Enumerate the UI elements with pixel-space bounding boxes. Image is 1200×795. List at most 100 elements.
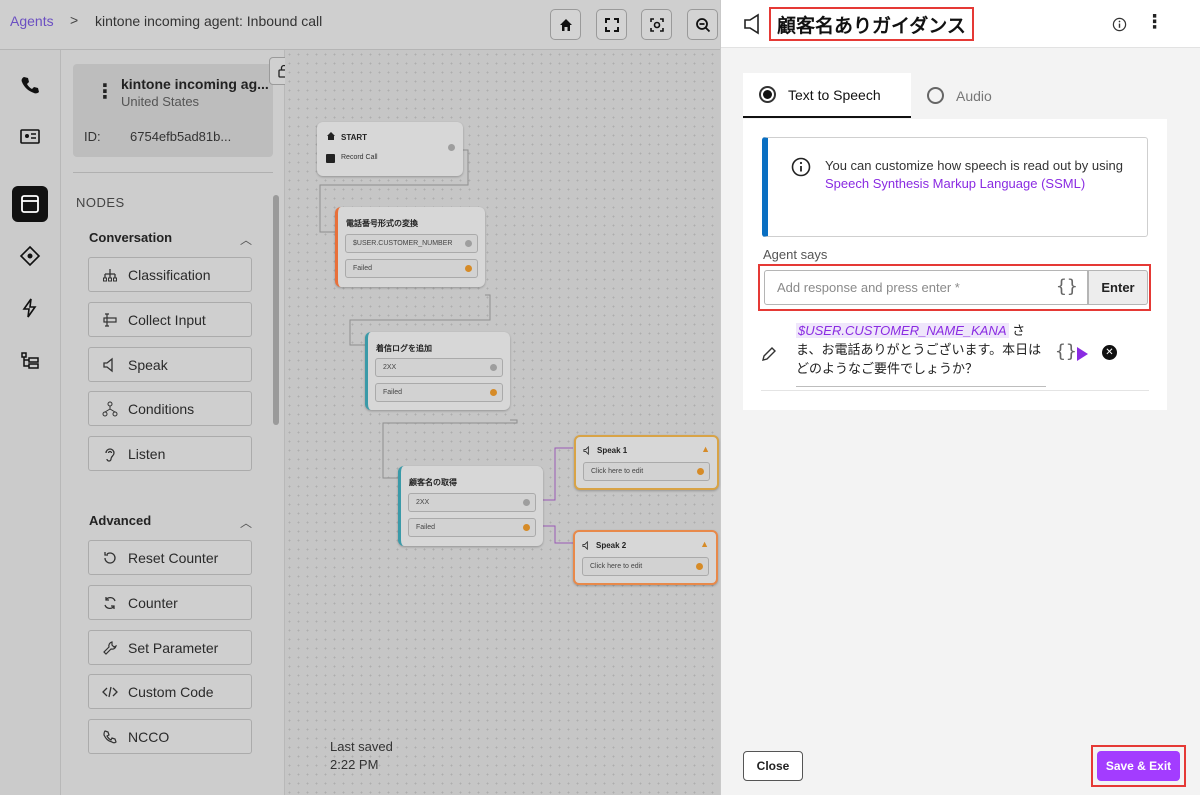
chevron-up-icon[interactable]: ︿ (240, 514, 252, 531)
speak-node-editor: 顧客名ありガイダンス ⋮ Text to Speech Audio You ca… (721, 0, 1200, 795)
fit-view-button[interactable] (641, 9, 672, 40)
phone-settings-icon (101, 728, 119, 746)
connector-dot[interactable] (697, 468, 704, 475)
row-label: Failed (416, 524, 436, 531)
connector-dot[interactable] (465, 265, 472, 272)
row-label: $USER.CUSTOMER_NUMBER (353, 240, 453, 247)
flow-node-row[interactable]: Failed (345, 259, 478, 278)
flow-node-title: Speak 2 (596, 541, 627, 550)
tab-audio[interactable]: Audio (911, 73, 1031, 118)
save-exit-highlight: Save & Exit (1091, 745, 1186, 787)
more-vertical-icon[interactable]: ⋮ (1145, 13, 1164, 33)
node-ncco[interactable]: NCCO (88, 719, 252, 754)
rail-flow-editor[interactable] (12, 186, 48, 222)
flow-node-start[interactable]: START Record Call (317, 122, 463, 176)
flow-node-row[interactable]: Failed (375, 383, 503, 402)
rail-integrations[interactable] (12, 238, 48, 274)
connector-dot[interactable] (696, 563, 703, 570)
wrench-icon (101, 639, 119, 657)
flow-node-title: 顧客名の取得 (409, 478, 457, 487)
editor-header: 顧客名ありガイダンス ⋮ (721, 0, 1200, 48)
node-label: Collect Input (128, 311, 206, 328)
connector-dot[interactable] (523, 499, 530, 506)
node-reset-counter[interactable]: Reset Counter (88, 540, 252, 575)
row-label: Failed (383, 389, 403, 396)
editor-title[interactable]: 顧客名ありガイダンス (769, 7, 974, 41)
save-exit-button[interactable]: Save & Exit (1097, 751, 1180, 781)
node-label: Custom Code (128, 683, 214, 700)
info-icon[interactable] (1112, 17, 1127, 32)
zoom-out-button[interactable] (687, 9, 718, 40)
tts-content: You can customize how speech is read out… (743, 119, 1167, 410)
flow-node-get-customer-name[interactable]: 顧客名の取得 2XX Failed (398, 466, 543, 546)
agent-id-value: 6754efb5ad81b... (130, 129, 232, 144)
last-saved-time: 2:22 PM (330, 757, 379, 772)
flow-canvas[interactable]: START Record Call 電話番号形式の変換 $USER.CUSTOM… (285, 50, 720, 795)
flow-node-row[interactable]: $USER.CUSTOMER_NUMBER (345, 234, 478, 253)
group-title-conversation[interactable]: Conversation (89, 230, 172, 245)
node-custom-code[interactable]: Custom Code (88, 674, 252, 709)
flow-node-phone-format[interactable]: 電話番号形式の変換 $USER.CUSTOMER_NUMBER Failed (335, 207, 485, 287)
response-input-placeholder: Add response and press enter * (777, 280, 960, 295)
agent-card[interactable]: ⋮ kintone incoming ag... United States I… (73, 64, 273, 157)
variable-braces-icon[interactable]: {} (1056, 276, 1078, 297)
flow-node-row[interactable]: 2XX (408, 493, 536, 512)
agent-name: kintone incoming ag... (121, 76, 269, 92)
scrollbar-thumb[interactable] (273, 195, 279, 425)
node-conditions[interactable]: Conditions (88, 391, 252, 426)
flow-node-add-log[interactable]: 着信ログを追加 2XX Failed (365, 332, 510, 410)
phone-icon (21, 77, 39, 94)
node-set-parameter[interactable]: Set Parameter (88, 630, 252, 665)
more-vertical-icon[interactable]: ⋮ (95, 82, 115, 102)
flow-node-row[interactable]: Click here to edit (583, 462, 710, 481)
variable-braces-icon[interactable]: {} (1055, 341, 1077, 362)
group-title-advanced[interactable]: Advanced (89, 513, 151, 528)
rail-calls[interactable] (12, 67, 48, 103)
flow-node-speak-1[interactable]: Speak 1 ▲ Click here to edit (574, 435, 719, 490)
flow-node-speak-2[interactable]: Speak 2 ▲ Click here to edit (573, 530, 718, 585)
checkbox-checked-icon[interactable] (326, 154, 335, 163)
connector-dot[interactable] (523, 524, 530, 531)
response-text[interactable]: $USER.CUSTOMER_NAME_KANA さま、お電話ありがとうございま… (796, 321, 1046, 387)
rail-events[interactable] (12, 290, 48, 326)
node-speak[interactable]: Speak (88, 347, 252, 382)
fullscreen-button[interactable] (596, 9, 627, 40)
node-collect-input[interactable]: Collect Input (88, 302, 252, 337)
play-icon[interactable] (1077, 347, 1088, 361)
flow-node-row[interactable]: Failed (408, 518, 536, 537)
node-label: Conditions (128, 400, 195, 417)
response-variable: $USER.CUSTOMER_NAME_KANA (796, 323, 1009, 338)
response-input-group: Add response and press enter * {} Enter (758, 264, 1151, 311)
flow-node-row[interactable]: Click here to edit (582, 557, 709, 576)
connector-dot[interactable] (490, 389, 497, 396)
rail-contacts[interactable] (12, 118, 48, 154)
flow-node-row[interactable]: 2XX (375, 358, 503, 377)
connector-dot[interactable] (465, 240, 472, 247)
connector-dot[interactable] (490, 364, 497, 371)
breadcrumb-agents-link[interactable]: Agents (10, 13, 54, 29)
chevron-up-icon[interactable]: ︿ (240, 231, 252, 248)
response-input[interactable]: Add response and press enter * (764, 270, 1088, 305)
node-listen[interactable]: Listen (88, 436, 252, 471)
tab-text-to-speech[interactable]: Text to Speech (743, 73, 911, 118)
node-label: Speak (128, 356, 168, 373)
connector-dot[interactable] (448, 144, 455, 151)
pencil-icon[interactable] (760, 345, 778, 363)
nodes-heading: NODES (76, 195, 125, 210)
radio-unselected-icon (927, 87, 944, 104)
collect-input-icon (101, 311, 119, 329)
row-label: Click here to edit (591, 468, 644, 475)
node-counter[interactable]: Counter (88, 585, 252, 620)
delete-icon[interactable]: ✕ (1102, 345, 1117, 360)
lightning-icon (22, 298, 37, 318)
row-label: Click here to edit (590, 563, 643, 570)
ssml-link[interactable]: Speech Synthesis Markup Language (SSML) (825, 176, 1085, 191)
home-button[interactable] (550, 9, 581, 40)
zoom-out-icon (695, 17, 710, 32)
close-button[interactable]: Close (743, 751, 803, 781)
enter-button[interactable]: Enter (1088, 270, 1148, 305)
flow-node-row: Record Call (341, 154, 378, 161)
ear-icon (101, 445, 119, 463)
node-classification[interactable]: Classification (88, 257, 252, 292)
rail-hierarchy[interactable] (12, 342, 48, 378)
